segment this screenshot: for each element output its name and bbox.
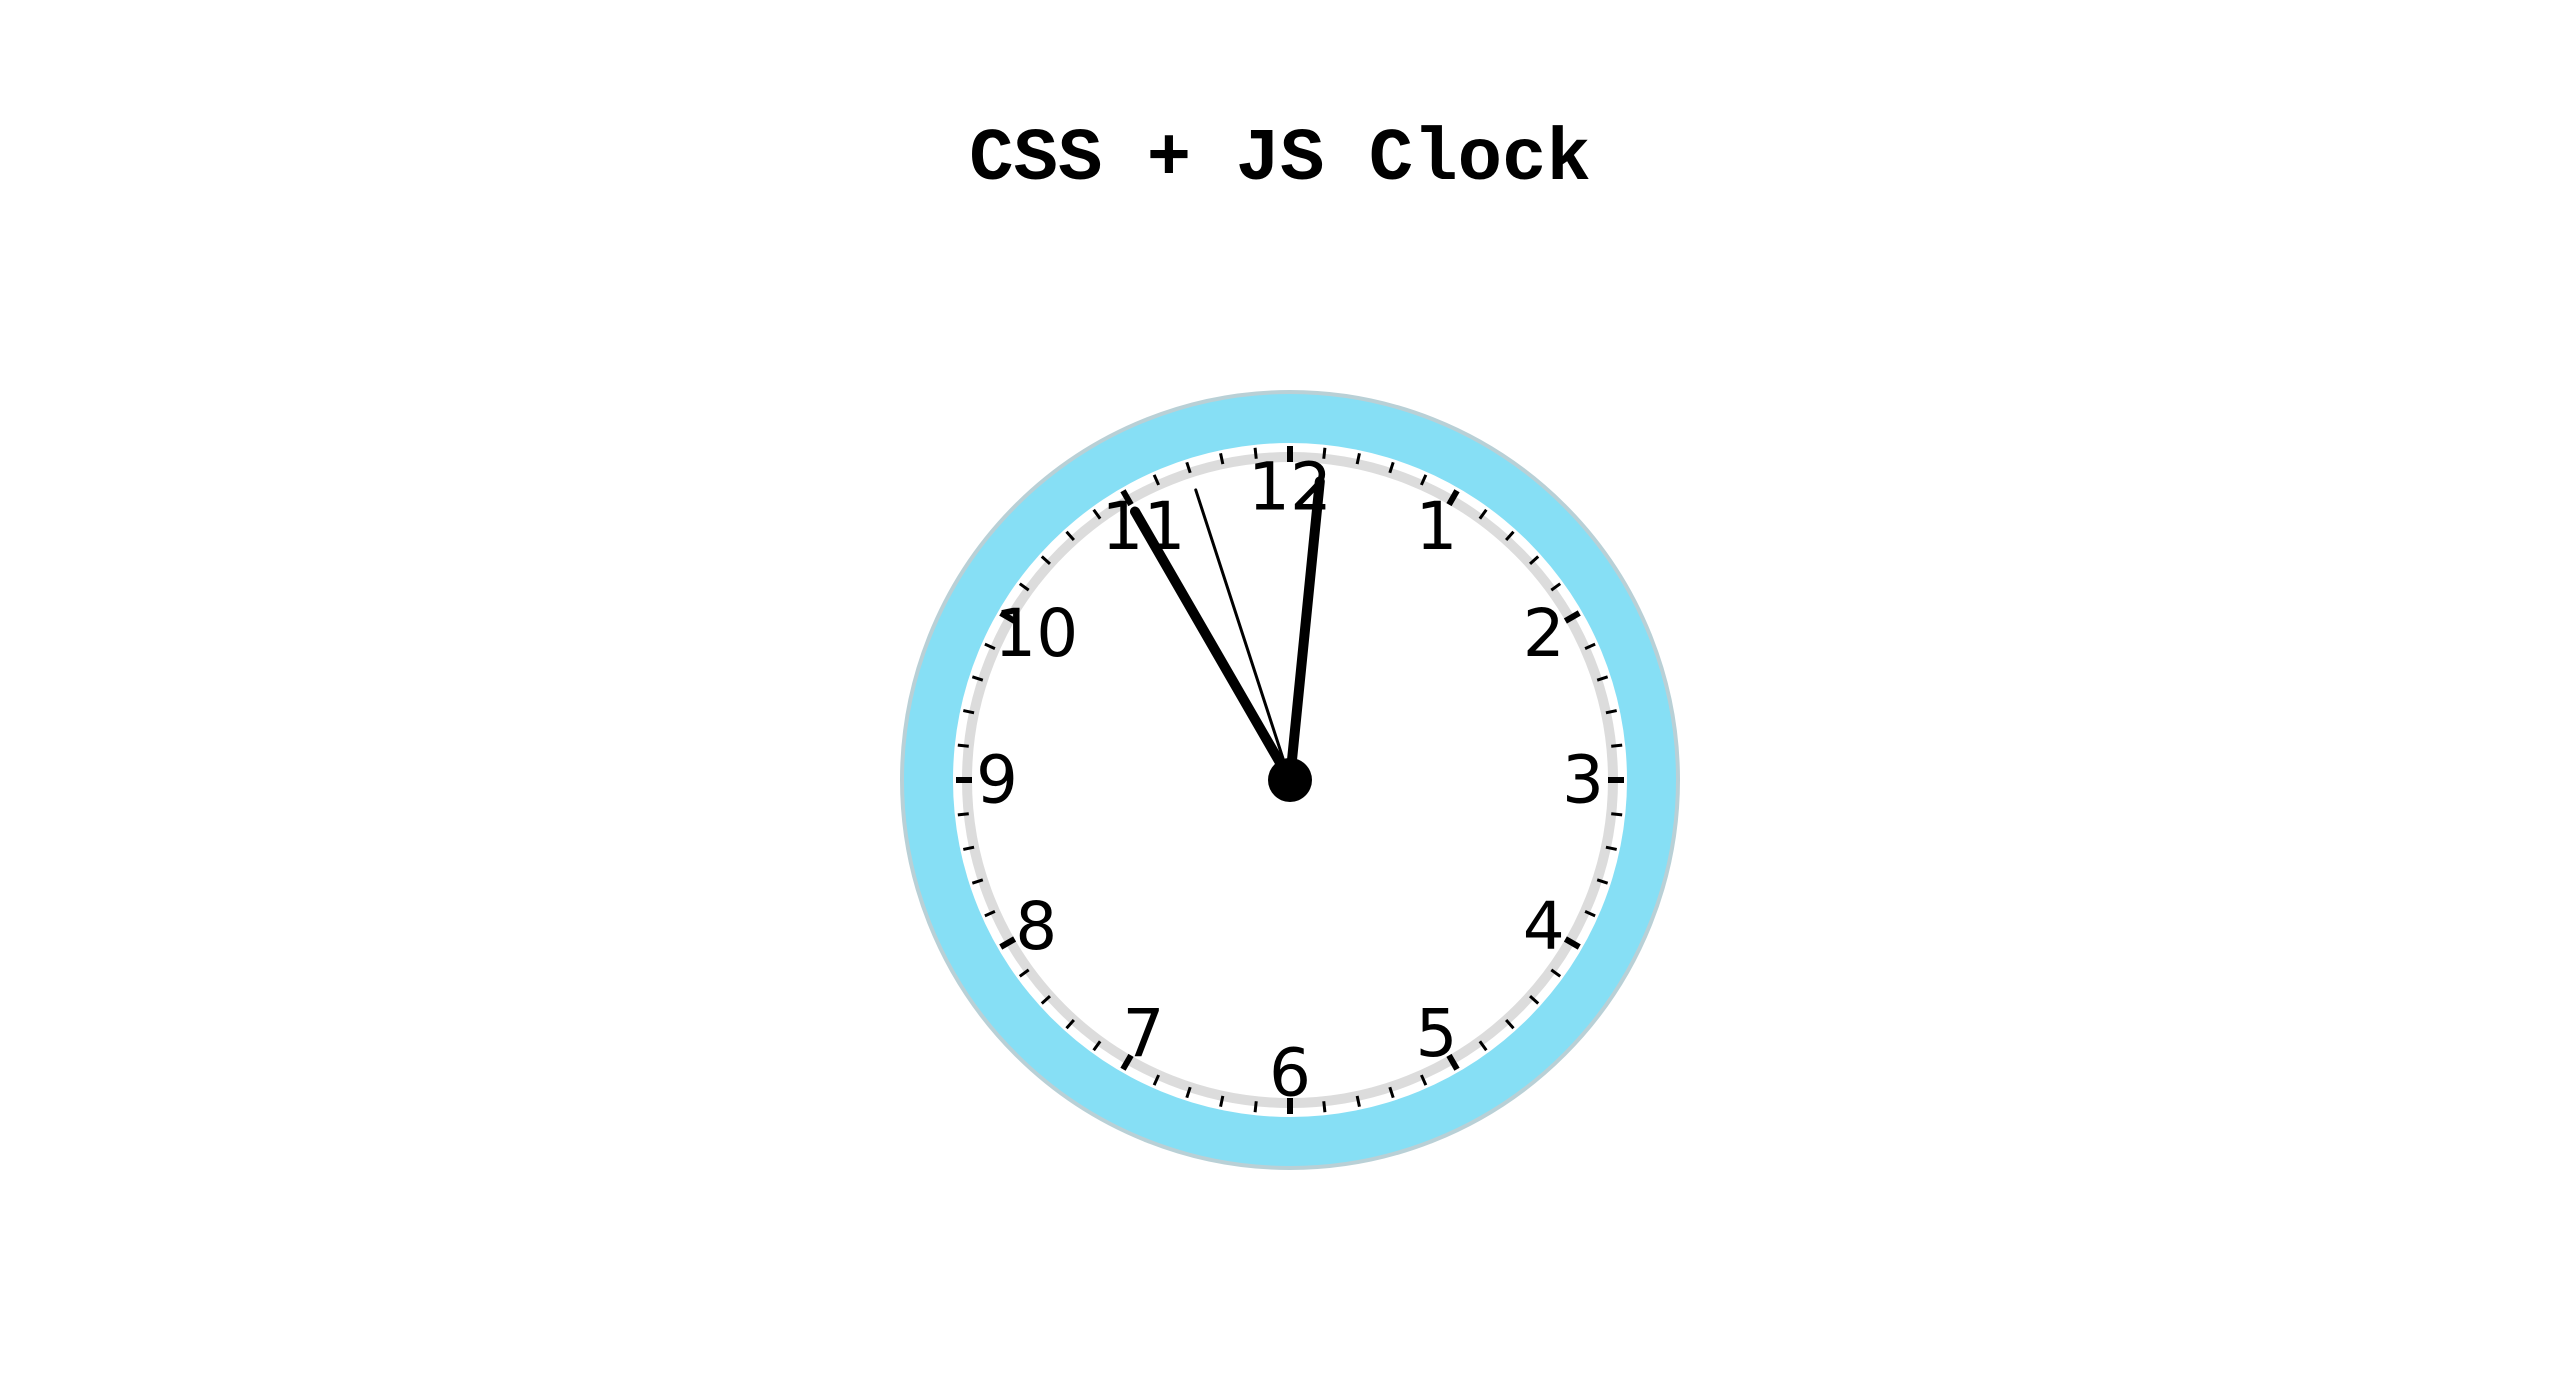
minor-tick (1322, 1101, 1327, 1113)
numeral-6: 6 (1269, 1035, 1311, 1112)
numeral-2: 2 (1523, 595, 1565, 672)
numeral-5: 5 (1416, 995, 1458, 1072)
page-title: CSS + JS Clock (969, 118, 1591, 202)
analog-clock: 121234567891011 (900, 390, 1680, 1170)
minor-tick (957, 812, 969, 817)
numeral-1: 1 (1416, 488, 1458, 565)
numeral-3: 3 (1562, 742, 1604, 819)
minor-tick (957, 743, 969, 748)
clock-svg: 121234567891011 (900, 390, 1680, 1170)
numeral-8: 8 (1015, 888, 1057, 965)
minor-tick (1611, 743, 1623, 748)
numeral-7: 7 (1123, 995, 1165, 1072)
minor-tick (1253, 1101, 1258, 1113)
numeral-4: 4 (1523, 888, 1565, 965)
numeral-10: 10 (994, 595, 1078, 672)
center-cap (1268, 758, 1312, 802)
minor-tick (1611, 812, 1623, 817)
numeral-9: 9 (976, 742, 1018, 819)
